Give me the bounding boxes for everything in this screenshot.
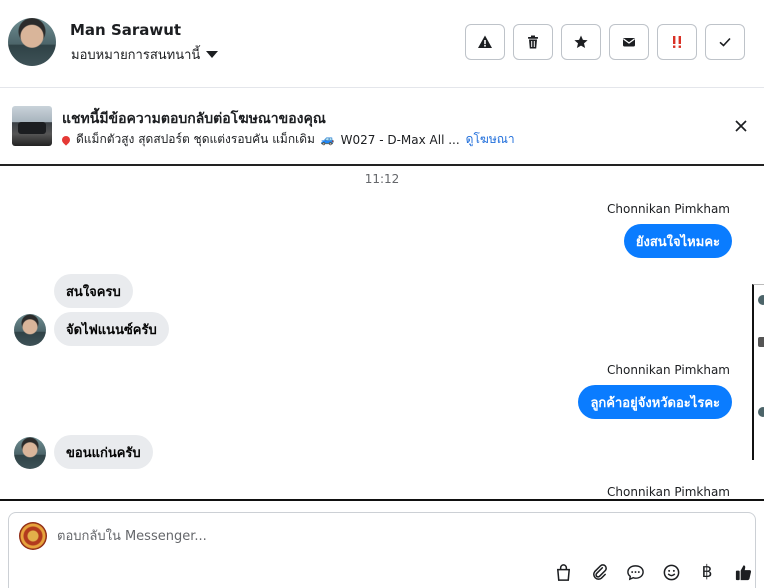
side-avatar [758,295,764,305]
assign-conversation-dropdown[interactable]: มอบหมายการสนทนานี้ [71,44,219,65]
baht-icon: ฿ [701,562,713,582]
incoming-message[interactable]: จัดไฟแนนซ์ครับ [54,312,169,346]
star-icon [574,35,588,48]
conversation-thread[interactable]: 11:12 Chonnikan Pimkham ยังสนใจไหมคะ สนใ… [0,167,764,499]
contact-avatar-small [14,437,46,469]
report-spam-button[interactable] [465,24,505,60]
contact-avatar-small [14,314,46,346]
caret-down-icon [206,51,219,58]
smiley-icon [663,564,679,580]
chat-bubble-icon [626,564,644,580]
payment-button[interactable]: ฿ [695,560,719,584]
close-banner-button[interactable] [731,116,751,136]
ad-description-text: ดีแม็กตัวสูง สุดสปอร์ต ชุดแต่งรอบคัน แม็… [76,132,315,146]
ad-reply-banner: แชทนี้มีข้อความตอบกลับต่อโฆษณาของคุณ ดีแ… [0,89,764,166]
sender-name: Chonnikan Pimkham [607,485,730,499]
conversation-header: Man Sarawut มอบหมายการสนทนานี้ [0,0,764,88]
side-panel-edge[interactable] [752,284,764,460]
contact-avatar[interactable] [8,18,56,66]
message-composer: ฿ [8,512,756,588]
composer-toolbar: ฿ [551,560,755,584]
sender-name: Chonnikan Pimkham [607,363,730,377]
ad-banner-title: แชทนี้มีข้อความตอบกลับต่อโฆษณาของคุณ [62,111,326,127]
trash-icon [528,35,538,49]
saved-reply-button[interactable] [623,560,647,584]
warning-icon [478,35,492,48]
mark-done-button[interactable] [705,24,745,60]
pin-icon [60,133,72,146]
side-thumbnail [758,337,764,347]
bag-icon [556,563,570,581]
message-timestamp: 11:12 [364,172,400,186]
contact-name[interactable]: Man Sarawut [70,21,181,39]
car-icon: 🚙 [320,133,335,146]
incoming-message[interactable]: สนใจครบ [54,274,133,308]
delete-button[interactable] [513,24,553,60]
assign-label: มอบหมายการสนทนานี้ [71,48,201,63]
attach-button[interactable] [587,560,611,584]
outgoing-message[interactable]: ลูกค้าอยู่จังหวัดอะไรคะ [578,385,732,419]
like-button[interactable] [731,560,755,584]
envelope-icon [623,38,635,47]
incoming-message[interactable]: ขอนแก่นครับ [54,435,153,469]
check-icon [719,37,731,47]
star-button[interactable] [561,24,601,60]
outgoing-message[interactable]: ยังสนใจไหมคะ [623,224,732,258]
ad-description: ดีแม็กตัวสูง สุดสปอร์ต ชุดแต่งรอบคัน แม็… [60,130,515,149]
view-ad-link[interactable]: ดูโฆษณา [466,130,515,149]
header-actions [465,24,745,60]
mark-unread-button[interactable] [609,24,649,60]
reply-input[interactable] [57,525,657,547]
ad-code-text: W027 - D-Max All ... [340,132,460,147]
sender-name: Chonnikan Pimkham [607,202,730,216]
ad-thumbnail[interactable] [12,106,52,146]
shopping-bag-button[interactable] [551,560,575,584]
side-avatar [758,407,764,417]
divider [0,499,764,501]
thumbs-up-icon [735,564,751,580]
double-exclamation-icon [673,36,681,48]
close-icon [735,120,747,132]
follow-up-button[interactable] [657,24,697,60]
page-avatar [19,522,47,550]
emoji-button[interactable] [659,560,683,584]
paperclip-icon [592,563,607,580]
